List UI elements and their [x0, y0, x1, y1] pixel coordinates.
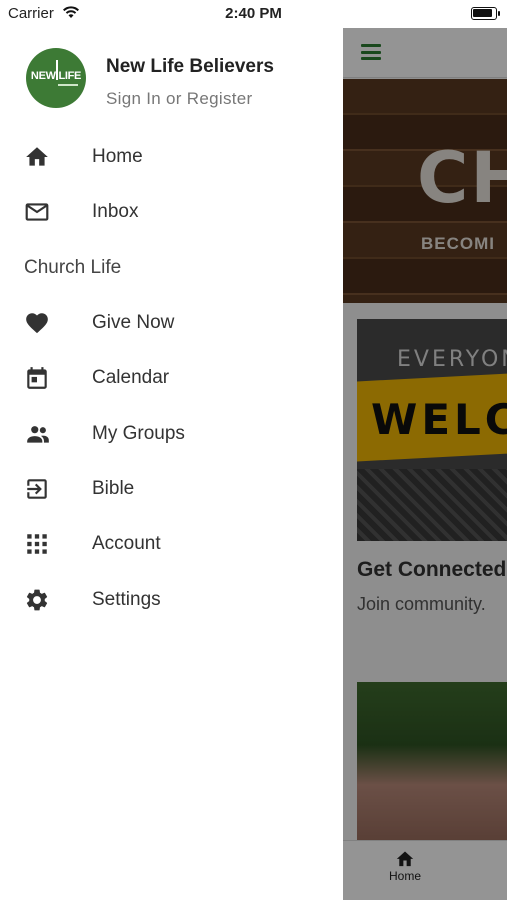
menu-item-label: Calendar — [92, 367, 170, 388]
menu-item-label: Inbox — [92, 201, 139, 222]
church-logo: NEW LIFE — [26, 48, 86, 108]
organization-name: New Life Believers — [106, 56, 274, 77]
mail-icon — [24, 199, 50, 225]
menu-item-label: Bible — [92, 478, 135, 499]
people-icon — [24, 421, 50, 447]
battery-icon — [471, 7, 500, 20]
clock: 2:40 PM — [225, 5, 282, 22]
menu-item-my-groups[interactable]: My Groups — [0, 409, 343, 459]
drawer-overlay-scrim[interactable] — [343, 26, 507, 900]
menu-item-account[interactable]: Account — [0, 519, 343, 569]
heart-icon — [24, 310, 50, 336]
menu-item-bible[interactable]: Bible — [0, 464, 343, 514]
gear-icon — [24, 587, 50, 613]
menu-item-give-now[interactable]: Give Now — [0, 298, 343, 348]
menu-item-label: Home — [92, 146, 143, 167]
menu-item-inbox[interactable]: Inbox — [0, 187, 343, 237]
logo-text: NEW LIFE — [30, 70, 82, 82]
menu-item-home[interactable]: Home — [0, 132, 343, 182]
login-arrow-icon — [24, 476, 50, 502]
status-bar: Carrier 2:40 PM — [0, 0, 507, 28]
menu-item-label: My Groups — [92, 423, 185, 444]
menu-item-label: Settings — [92, 589, 161, 610]
menu-item-label: Give Now — [92, 312, 175, 333]
home-icon — [24, 144, 50, 170]
menu-item-label: Account — [92, 533, 161, 554]
navigation-drawer: NEW LIFE New Life Believers Sign In or R… — [0, 26, 343, 900]
grid-icon — [24, 531, 50, 557]
menu-item-calendar[interactable]: Calendar — [0, 353, 343, 403]
menu-item-settings[interactable]: Settings — [0, 575, 343, 625]
section-header-church-life: Church Life — [24, 257, 122, 278]
calendar-icon — [24, 365, 50, 391]
sign-in-register-link[interactable]: Sign In or Register — [106, 89, 253, 109]
